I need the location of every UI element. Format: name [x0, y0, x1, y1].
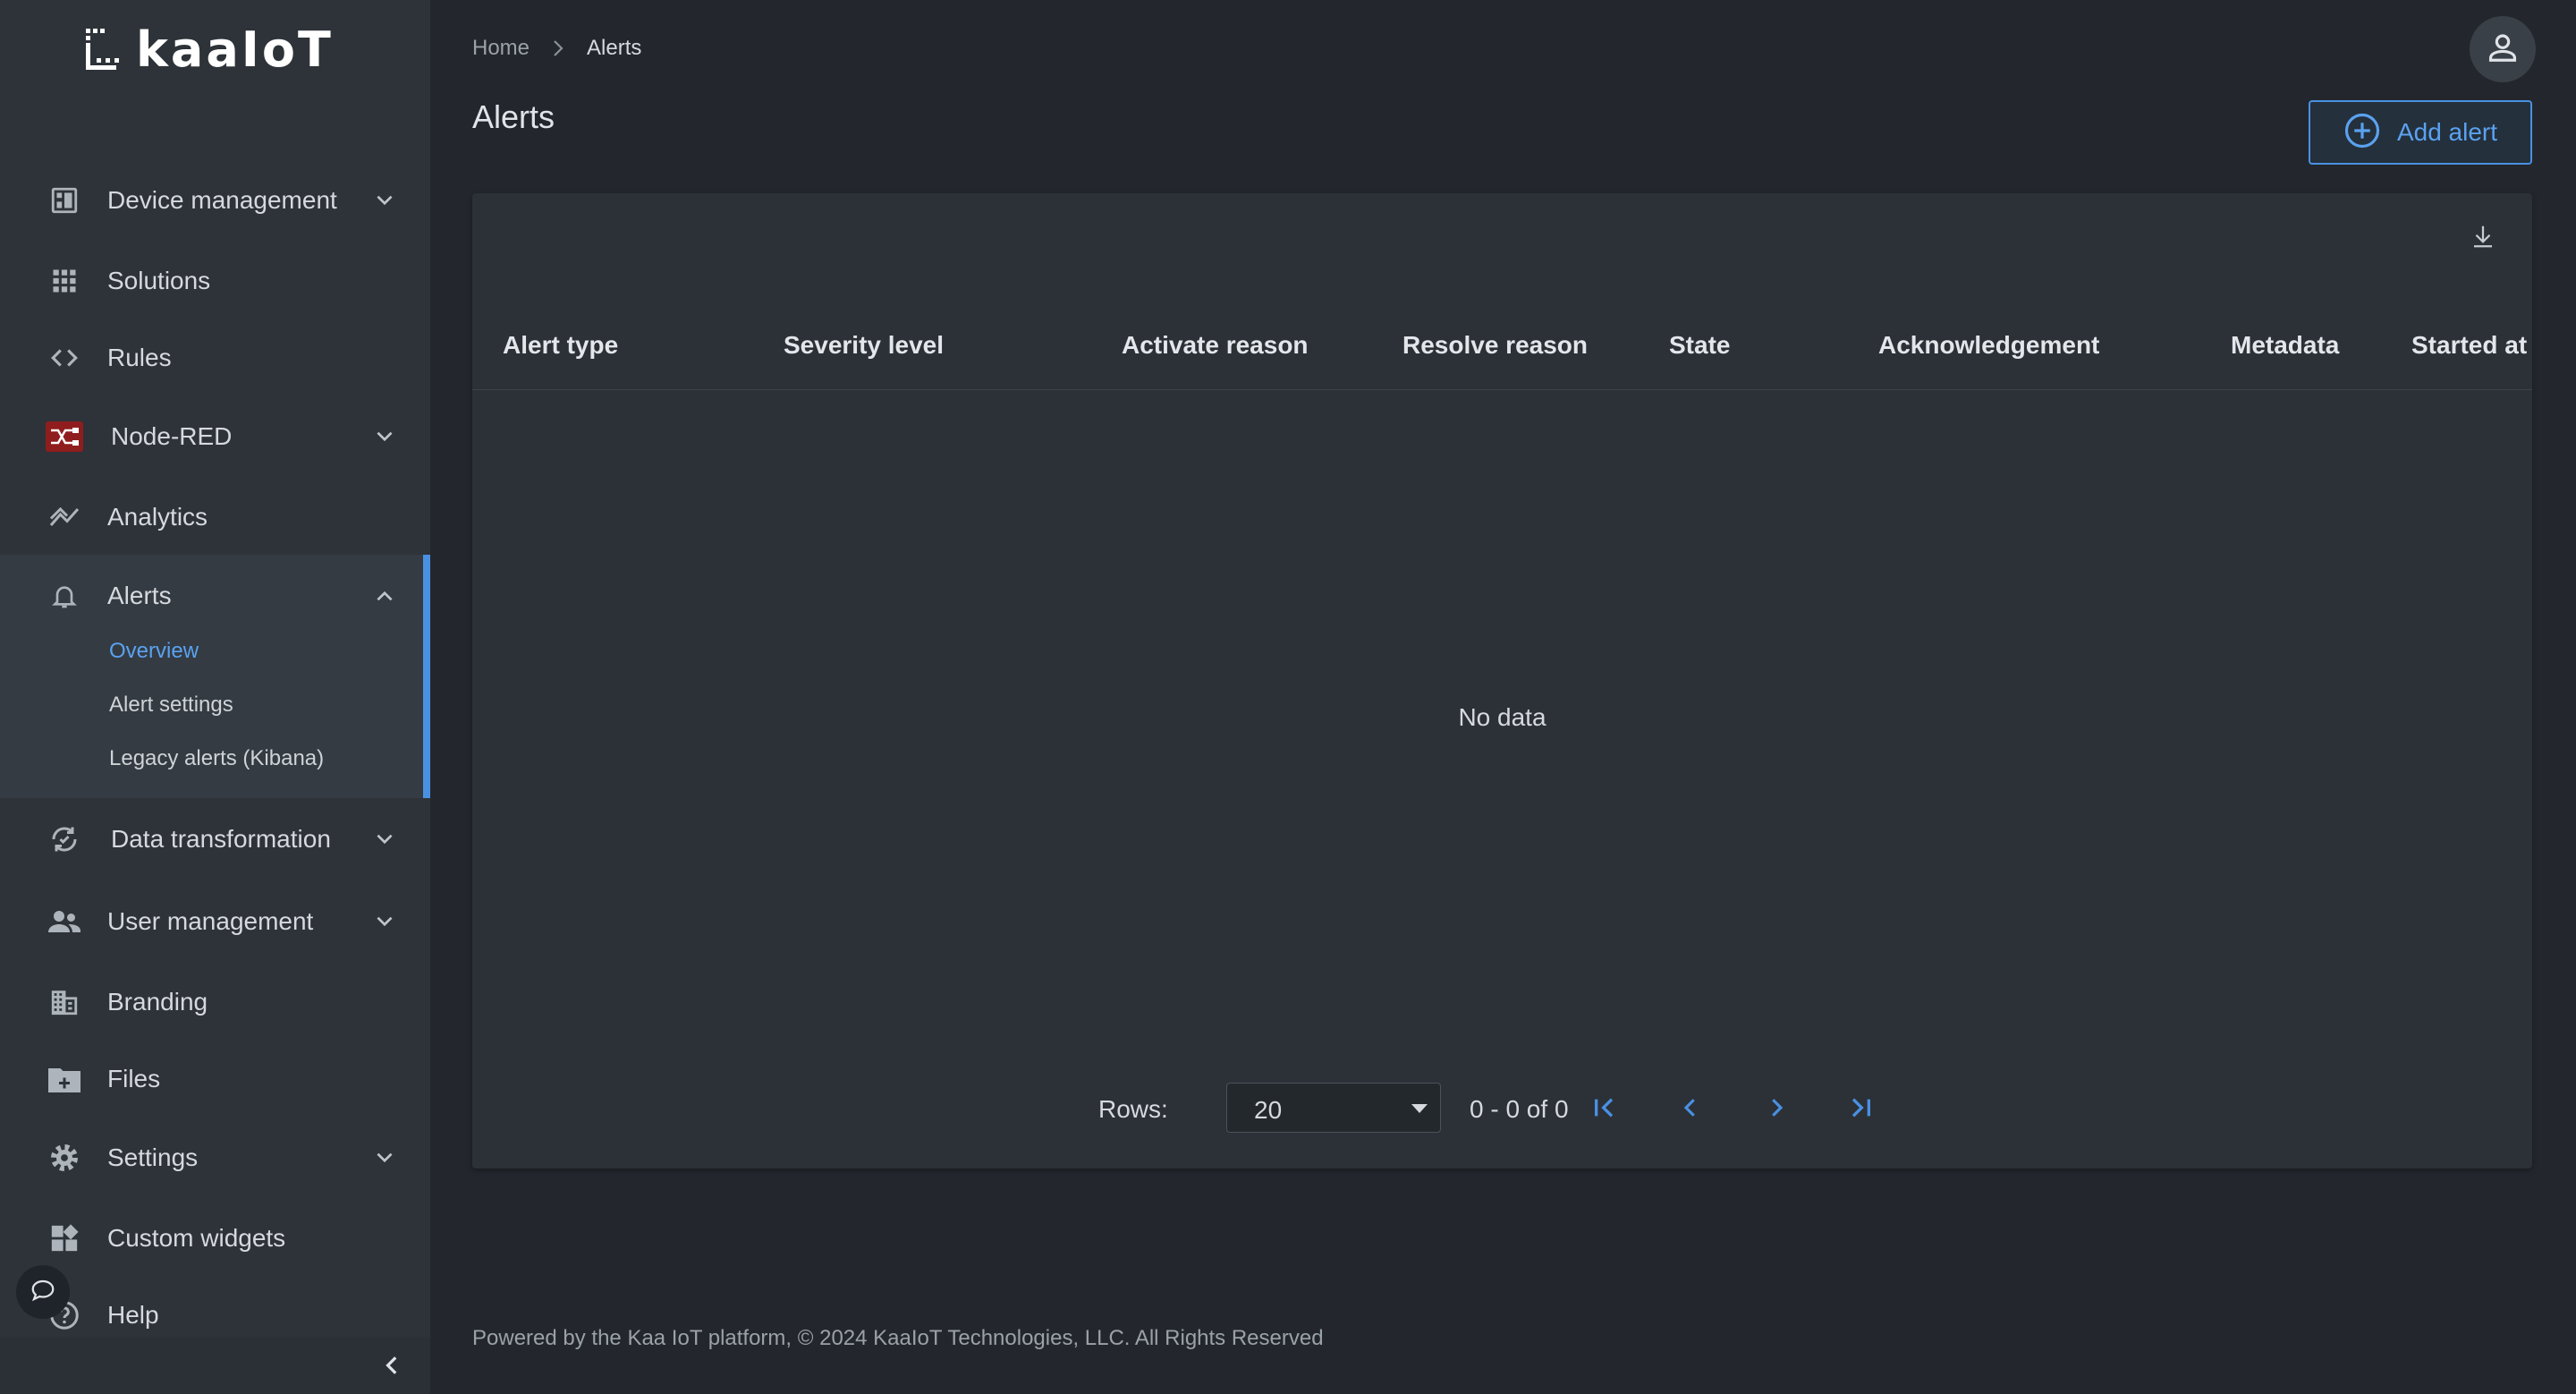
sidebar-item-data-transformation[interactable]: Data transformation [0, 803, 430, 875]
chevron-left-icon [381, 1353, 404, 1382]
user-avatar-button[interactable] [2470, 16, 2536, 82]
bell-icon [47, 578, 82, 614]
column-header-severity-level[interactable]: Severity level [784, 301, 944, 390]
first-page-icon [1590, 1093, 1619, 1126]
sidebar-subitem-overview[interactable]: Overview [109, 639, 199, 664]
column-header-acknowledgement[interactable]: Acknowledgement [1878, 301, 2099, 390]
sidebar-item-label: Node-RED [111, 422, 233, 450]
rows-per-page-select[interactable]: 20 [1226, 1083, 1441, 1133]
sidebar-item-label: Settings [107, 1143, 199, 1171]
column-header-resolve-reason[interactable]: Resolve reason [1402, 301, 1588, 390]
sidebar-subitem-alert-settings[interactable]: Alert settings [109, 693, 233, 718]
alerts-table-card: Alert type Severity level Activate reaso… [472, 193, 2532, 1169]
sidebar-item-custom-widgets[interactable]: Custom widgets [0, 1203, 430, 1274]
last-page-button[interactable] [1841, 1090, 1880, 1129]
breadcrumb-home[interactable]: Home [472, 36, 530, 61]
sidebar-item-label: User management [107, 907, 314, 935]
alerts-group: Alerts Overview Alert settings Legacy al… [0, 555, 430, 798]
chevron-down-icon [370, 825, 399, 854]
sidebar-item-label: Help [107, 1301, 159, 1329]
chevron-right-icon [1763, 1094, 1790, 1126]
analytics-icon [47, 499, 82, 535]
sidebar-item-analytics[interactable]: Analytics [0, 481, 430, 553]
column-header-alert-type[interactable]: Alert type [503, 301, 618, 390]
first-page-button[interactable] [1585, 1090, 1624, 1129]
rows-per-page-label: Rows: [1098, 1095, 1168, 1123]
chat-icon [30, 1277, 56, 1308]
download-button[interactable] [2465, 220, 2501, 256]
logo-text: kaaIoT [136, 21, 334, 78]
sidebar-item-label: Device management [107, 186, 337, 214]
sidebar-item-label: Branding [107, 988, 208, 1016]
main-content: Home Alerts Alerts Add alert Alert type … [430, 0, 2576, 1394]
chevron-down-icon [370, 422, 399, 451]
last-page-icon [1846, 1093, 1875, 1126]
add-alert-label: Add alert [2396, 118, 2498, 146]
sidebar-collapse-bar[interactable] [0, 1337, 430, 1394]
chevron-down-icon [370, 907, 399, 936]
sidebar-item-label: Analytics [107, 503, 208, 531]
breadcrumb: Home Alerts [472, 36, 641, 61]
table-header: Alert type Severity level Activate reaso… [472, 301, 2532, 390]
sidebar-item-label: Data transformation [111, 825, 331, 853]
chevron-right-icon [549, 38, 567, 59]
chevron-down-icon [370, 1143, 399, 1172]
plus-circle-icon [2343, 112, 2381, 154]
empty-state-text: No data [1458, 703, 1546, 731]
column-header-metadata[interactable]: Metadata [2231, 301, 2339, 390]
building-icon [47, 984, 82, 1020]
sidebar-item-user-management[interactable]: User management [0, 886, 430, 957]
chevron-down-icon [370, 186, 399, 215]
breadcrumb-current: Alerts [587, 36, 642, 60]
chat-button[interactable] [16, 1265, 70, 1319]
user-icon [2486, 30, 2520, 69]
sidebar: kaaIoT Device management Solutions Rules… [0, 0, 430, 1394]
apps-grid-icon [47, 263, 82, 299]
column-header-activate-reason[interactable]: Activate reason [1122, 301, 1309, 390]
gear-icon [47, 1140, 82, 1176]
folder-icon [47, 1061, 82, 1097]
sidebar-item-settings[interactable]: Settings [0, 1122, 430, 1194]
rows-per-page-value: 20 [1254, 1096, 1283, 1124]
chevron-left-icon [1677, 1094, 1704, 1126]
download-icon [2470, 222, 2496, 255]
users-icon [47, 904, 82, 939]
node-red-icon [45, 419, 84, 455]
widgets-icon [47, 1220, 82, 1256]
logo-mark-icon [86, 29, 119, 70]
previous-page-button[interactable] [1671, 1090, 1710, 1129]
sidebar-item-rules[interactable]: Rules [0, 322, 430, 394]
sidebar-item-files[interactable]: Files [0, 1043, 430, 1115]
next-page-button[interactable] [1757, 1090, 1796, 1129]
code-icon [47, 340, 82, 376]
add-alert-button[interactable]: Add alert [2309, 100, 2532, 165]
dashboard-icon [47, 183, 82, 218]
sidebar-item-label: Alerts [107, 582, 172, 609]
sidebar-item-node-red[interactable]: Node-RED [0, 401, 430, 472]
column-header-started-at[interactable]: Started at [2411, 301, 2527, 390]
kaaiot-logo[interactable]: kaaIoT [84, 25, 343, 75]
sidebar-item-label: Custom widgets [107, 1224, 286, 1252]
sidebar-item-alerts[interactable]: Alerts [0, 560, 430, 632]
sync-icon [47, 821, 82, 857]
caret-down-icon [1410, 1100, 1429, 1122]
sidebar-subitem-legacy-alerts[interactable]: Legacy alerts (Kibana) [109, 746, 324, 771]
sidebar-item-device-management[interactable]: Device management [0, 165, 430, 236]
column-header-state[interactable]: State [1669, 301, 1730, 390]
pagination: Rows: 20 0 - 0 of 0 [472, 1083, 2532, 1133]
sidebar-item-branding[interactable]: Branding [0, 966, 430, 1038]
chevron-up-icon [370, 582, 399, 610]
sidebar-item-label: Solutions [107, 267, 211, 294]
footer-text: Powered by the Kaa IoT platform, © 2024 … [472, 1326, 1324, 1350]
page-range-text: 0 - 0 of 0 [1470, 1095, 1569, 1123]
sidebar-item-solutions[interactable]: Solutions [0, 245, 430, 317]
sidebar-item-label: Files [107, 1065, 161, 1092]
sidebar-item-label: Rules [107, 344, 172, 371]
page-title: Alerts [472, 98, 555, 135]
